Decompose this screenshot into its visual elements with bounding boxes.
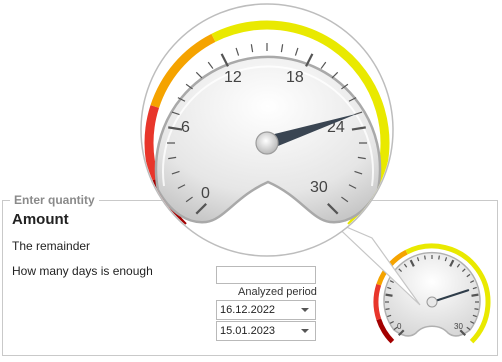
zoomed-gauge-callout: 0 6 12 18 24 30 [140, 3, 421, 306]
tick-label-18: 18 [286, 69, 304, 86]
callout-tail [329, 219, 421, 306]
tick-label-12: 12 [224, 69, 242, 86]
tick-label-0: 0 [201, 185, 210, 202]
tick-label-6: 6 [181, 119, 190, 136]
tick-label-30: 30 [310, 179, 328, 196]
gauge-hub [255, 131, 279, 155]
